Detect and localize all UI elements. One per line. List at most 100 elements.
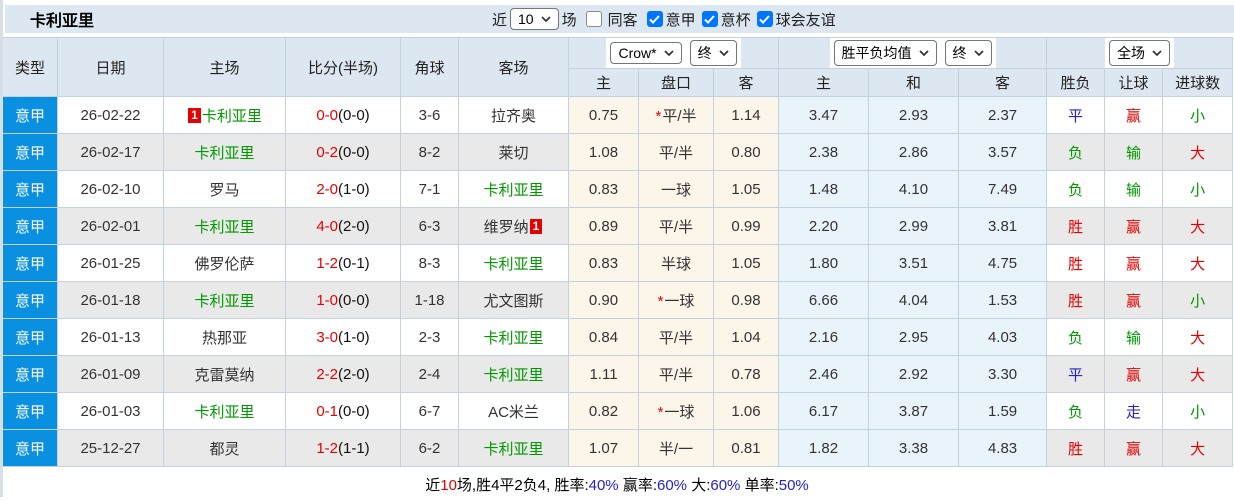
summary-line: 近10场,胜4平2负4, 胜率:40% 赢率:60% 大:60% 单率:50% [425,474,809,495]
home-team: 卡利亚里 [194,292,255,310]
odds-company-value: Crow* [618,45,657,61]
handicap-cell: 平/半 [638,355,714,393]
away-odds-cell: 0.98 [712,281,780,319]
goals-result-cell: 小 [1162,392,1234,430]
away-team: 卡利亚里 [483,255,544,273]
home-team: 克雷莫纳 [194,366,255,384]
avg-lose-cell: 3.81 [958,207,1048,245]
column-header-corners: 角球 [400,37,459,97]
match-result-cell: 胜 [1046,429,1106,467]
date-cell: 26-01-18 [57,281,164,319]
league-cell: 意甲 [2,207,58,245]
title-bar: 卡利亚里 近 10 场 同客 意甲 意杯 球会友谊 [5,5,1234,33]
avg-lose-cell: 2.37 [958,96,1048,134]
away-team: AC米兰 [488,403,539,421]
odds-time-select[interactable]: 终 [689,40,737,66]
half-time-score: (1-0) [338,180,370,198]
period-select-group: 全场 [1105,38,1175,68]
avg-group-header: 胜平负均值 终 [778,37,1048,69]
serie-a-label: 意甲 [665,11,696,29]
avg-draw-cell: 2.95 [868,318,960,356]
home-team: 卡利亚里 [194,218,255,236]
home-team: 佛罗伦萨 [194,255,255,273]
away-odds-cell: 0.81 [712,429,780,467]
avg-win-cell: 3.47 [778,96,870,134]
match-result: 胜 [1068,292,1084,310]
handicap-cell: 半球 [638,244,714,282]
avg-draw-cell: 2.92 [868,355,960,393]
away-cell: 卡利亚里 [458,318,569,356]
recent-count-select[interactable]: 10 [510,8,559,30]
goals-result: 大 [1190,366,1206,384]
chevron-down-icon [1152,50,1162,56]
full-time-score: 1-2 [316,439,338,457]
match-history-table: 类型 日期 主场 比分(半场) 角球 客场 Crow* 终 胜平负均值 终 全场… [2,37,1234,467]
score-cell: 0-0(0-0) [285,96,401,134]
home-odds-cell: 1.07 [568,429,639,467]
date-cell: 26-02-22 [57,96,164,134]
handicap-cell: *平/半 [638,96,714,134]
handicap-result: 赢 [1126,366,1142,384]
column-header-date: 日期 [57,37,164,97]
subcolumn-header-goals: 进球数 [1162,68,1234,97]
avg-win-cell: 2.38 [778,133,870,171]
home-odds-cell: 0.83 [568,244,639,282]
half-time-score: (0-0) [338,143,370,161]
goals-result: 小 [1190,107,1206,125]
corners-cell: 6-3 [400,207,459,245]
serie-a-checkbox[interactable] [646,11,663,27]
column-header-home: 主场 [163,37,286,97]
full-time-score: 3-0 [316,328,338,346]
away-team: 卡利亚里 [483,181,544,199]
goals-result-cell: 小 [1162,96,1234,134]
avg-draw-cell: 3.87 [868,392,960,430]
home-odds-cell: 0.84 [568,318,639,356]
home-team: 卡利亚里 [194,403,255,421]
odds-company-select[interactable]: Crow* [610,42,682,64]
avg-type-select[interactable]: 胜平负均值 [833,40,937,66]
same-away-label: 同客 [607,11,638,29]
subcolumn-header-avg-win: 主 [778,68,870,97]
match-result-cell: 平 [1046,355,1106,393]
half-time-score: (1-1) [338,439,370,457]
same-away-checkbox[interactable] [585,11,602,27]
match-result-cell: 负 [1046,170,1106,208]
corners-cell: 1-18 [400,281,459,319]
full-time-score: 2-2 [316,365,338,383]
match-result-cell: 胜 [1046,207,1106,245]
avg-time-select[interactable]: 终 [944,40,992,66]
club-friendly-checkbox[interactable] [756,11,773,27]
period-select[interactable]: 全场 [1109,40,1171,66]
half-time-score: (0-1) [338,254,370,272]
league-cell: 意甲 [2,244,58,282]
handicap-cell: *一球 [638,392,714,430]
away-cell: 拉齐奥 [458,96,569,134]
away-team: 卡利亚里 [483,366,544,384]
score-cell: 0-1(0-0) [285,392,401,430]
full-time-score: 2-0 [316,180,338,198]
date-cell: 26-02-17 [57,133,164,171]
games-label: 场 [561,11,577,29]
match-result: 负 [1068,403,1084,421]
home-team: 热那亚 [201,329,247,347]
date-cell: 26-02-01 [57,207,164,245]
match-result: 胜 [1068,255,1084,273]
corners-cell: 7-1 [400,170,459,208]
corners-cell: 8-2 [400,133,459,171]
handicap-result: 赢 [1126,255,1142,273]
handicap-result: 输 [1126,329,1142,347]
league-cell: 意甲 [2,318,58,356]
date-cell: 26-01-03 [57,392,164,430]
summary-segment: 近 [425,476,441,494]
match-result: 胜 [1068,218,1084,236]
goals-result: 大 [1190,329,1206,347]
subcolumn-header-result: 胜负 [1046,68,1106,97]
recent-label: 近 [492,11,508,29]
corners-cell: 2-4 [400,355,459,393]
coppa-italia-checkbox[interactable] [701,11,718,27]
full-time-score: 0-2 [316,143,338,161]
home-team: 都灵 [209,440,240,458]
goals-result: 小 [1190,181,1206,199]
goals-result-cell: 小 [1162,170,1234,208]
home-cell: 热那亚 [163,318,286,356]
